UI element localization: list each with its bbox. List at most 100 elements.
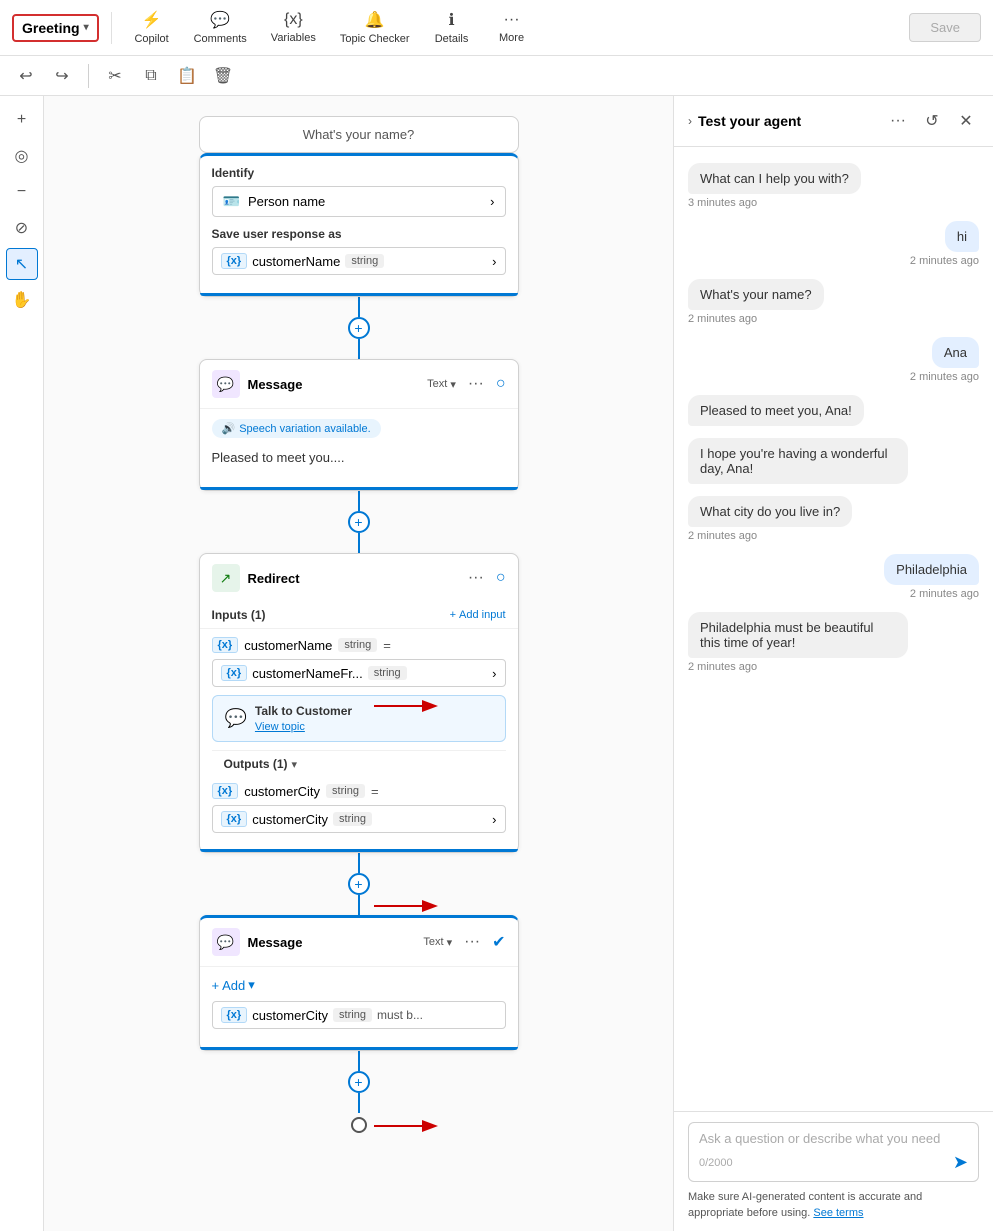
var-name: customerName bbox=[252, 254, 340, 269]
copilot-button[interactable]: ⚡ Copilot bbox=[124, 6, 180, 49]
toolbar2-sep bbox=[88, 64, 89, 88]
input-var-badge-2: {x} bbox=[221, 665, 248, 681]
question-node-body: Identify 🪪 Person name › Save user respo… bbox=[200, 156, 518, 285]
add-button-2[interactable]: + bbox=[348, 511, 370, 533]
paste-button[interactable]: 📋 bbox=[173, 62, 201, 90]
msg2-var-badge: {x} bbox=[221, 1007, 248, 1023]
message-node-1: 💬 Message Text ▾ ··· ○ 🔊 Speech variatio… bbox=[199, 359, 519, 491]
more-button[interactable]: ··· More bbox=[484, 7, 540, 48]
add-row: + Add ▾ bbox=[212, 977, 506, 993]
talk-title: Talk to Customer bbox=[255, 704, 352, 718]
redirect-menu[interactable]: ··· bbox=[464, 569, 488, 587]
identify-chevron: › bbox=[490, 194, 494, 209]
type-badge: string bbox=[345, 254, 384, 268]
zoom-in-icon[interactable]: + bbox=[6, 104, 38, 136]
toolbar-items: ⚡ Copilot 💬 Comments {x} Variables 🔔 Top… bbox=[124, 6, 540, 49]
chat-input-footer: 0/2000 ➤ bbox=[699, 1152, 968, 1173]
connector-4: + bbox=[348, 1051, 370, 1113]
panel-arrow: › bbox=[688, 114, 692, 128]
topic-checker-icon: 🔔 bbox=[365, 10, 385, 30]
variables-button[interactable]: {x} Variables bbox=[261, 7, 326, 48]
message-badge-2[interactable]: Text ▾ bbox=[423, 936, 452, 949]
delete-button[interactable]: 🗑 bbox=[209, 62, 237, 90]
details-icon: ℹ bbox=[449, 10, 455, 30]
target-icon[interactable]: ◎ bbox=[6, 140, 38, 172]
add-input-button[interactable]: + Add input bbox=[450, 609, 506, 621]
cursor-icon[interactable]: ↖ bbox=[6, 248, 38, 280]
cut-button[interactable]: ✂ bbox=[101, 62, 129, 90]
chat-bubble-left-6: Philadelphia must be beautiful this time… bbox=[688, 612, 908, 658]
comments-icon: 💬 bbox=[210, 10, 230, 30]
chat-group-7: What city do you live in? 2 minutes ago bbox=[688, 496, 979, 542]
add-button-4[interactable]: + bbox=[348, 1071, 370, 1093]
chat-bubble-right-2: Ana bbox=[932, 337, 979, 368]
redirect-title: Redirect bbox=[248, 571, 456, 586]
copilot-icon: ⚡ bbox=[142, 10, 162, 30]
outputs-header[interactable]: Outputs (1) ▾ bbox=[212, 750, 506, 777]
canvas: What's your name? Identify 🪪 Person name… bbox=[44, 96, 673, 1231]
input-var-row[interactable]: {x} customerNameFr... string › bbox=[212, 659, 506, 687]
question-card: What's your name? bbox=[199, 116, 519, 153]
save-var-row[interactable]: {x} customerName string › bbox=[212, 247, 506, 275]
msg2-var-row[interactable]: {x} customerCity string must b... bbox=[212, 1001, 506, 1029]
connector-line-2 bbox=[358, 339, 360, 359]
eq-sign-2: = bbox=[371, 784, 379, 799]
message-badge-1[interactable]: Text ▾ bbox=[427, 378, 456, 391]
ban-icon[interactable]: ⊘ bbox=[6, 212, 38, 244]
person-icon: 🪪 bbox=[223, 193, 240, 210]
chat-time-4: 2 minutes ago bbox=[910, 371, 979, 383]
input-var-name-2: customerNameFr... bbox=[252, 666, 363, 681]
message-menu-1[interactable]: ··· bbox=[464, 375, 488, 393]
add-button-3[interactable]: + bbox=[348, 873, 370, 895]
chat-group-9: Philadelphia must be beautiful this time… bbox=[688, 612, 979, 673]
topic-checker-button[interactable]: 🔔 Topic Checker bbox=[330, 6, 420, 49]
add-button[interactable]: + Add ▾ bbox=[212, 977, 255, 993]
undo-button[interactable]: ↩ bbox=[12, 62, 40, 90]
more-icon: ··· bbox=[504, 11, 520, 29]
see-terms-link[interactable]: See terms bbox=[813, 1207, 863, 1219]
chat-input-area: Ask a question or describe what you need… bbox=[674, 1111, 993, 1231]
add-button-1[interactable]: + bbox=[348, 317, 370, 339]
panel-refresh-button[interactable]: ↺ bbox=[919, 108, 945, 134]
view-topic-link[interactable]: View topic bbox=[255, 721, 305, 733]
chat-bubble-right-3: Philadelphia bbox=[884, 554, 979, 585]
chat-time-6: 2 minutes ago bbox=[910, 588, 979, 600]
greeting-button[interactable]: Greeting ▾ bbox=[12, 14, 99, 42]
var-row-left: {x} customerName string bbox=[221, 253, 385, 269]
comments-button[interactable]: 💬 Comments bbox=[184, 6, 257, 49]
output-type-badge: string bbox=[326, 784, 365, 798]
left-sidebar: + ◎ − ⊘ ↖ ✋ bbox=[0, 96, 44, 1231]
redo-button[interactable]: ↪ bbox=[48, 62, 76, 90]
panel-actions: ··· ↺ ✕ bbox=[885, 108, 979, 134]
blue-accent-3 bbox=[200, 849, 518, 852]
panel-close-button[interactable]: ✕ bbox=[953, 108, 979, 134]
redirect-check: ○ bbox=[496, 569, 506, 587]
inputs-header: Inputs (1) + Add input bbox=[200, 602, 518, 629]
send-button[interactable]: ➤ bbox=[953, 1152, 968, 1173]
chat-bubble-right-1: hi bbox=[945, 221, 979, 252]
msg2-var-row-left: {x} customerCity string must b... bbox=[221, 1007, 423, 1023]
zoom-out-icon[interactable]: − bbox=[6, 176, 38, 208]
msg2-var-name: customerCity bbox=[252, 1008, 328, 1023]
question-node: Identify 🪪 Person name › Save user respo… bbox=[199, 153, 519, 297]
blue-accent bbox=[200, 293, 518, 296]
message-node-2-header: 💬 Message Text ▾ ··· ✔ bbox=[200, 918, 518, 967]
message-menu-2[interactable]: ··· bbox=[460, 933, 484, 951]
save-button[interactable]: Save bbox=[909, 13, 981, 42]
output-var-row[interactable]: {x} customerCity string › bbox=[212, 805, 506, 833]
panel-menu-button[interactable]: ··· bbox=[885, 108, 911, 134]
badge-chevron-2: ▾ bbox=[447, 936, 453, 949]
copy-button[interactable]: ⧉ bbox=[137, 62, 165, 90]
chat-time-5: 2 minutes ago bbox=[688, 530, 979, 542]
main-area: + ◎ − ⊘ ↖ ✋ bbox=[0, 96, 993, 1231]
message-node-2: 💬 Message Text ▾ ··· ✔ + Add ▾ bbox=[199, 915, 519, 1051]
connector-line-6 bbox=[358, 895, 360, 915]
hand-icon[interactable]: ✋ bbox=[6, 284, 38, 316]
blue-accent-2 bbox=[200, 487, 518, 490]
connector-line bbox=[358, 297, 360, 317]
details-button[interactable]: ℹ Details bbox=[424, 6, 480, 49]
output-var-badge-2: {x} bbox=[221, 811, 248, 827]
connector-line-7 bbox=[358, 1051, 360, 1071]
identify-row[interactable]: 🪪 Person name › bbox=[212, 186, 506, 217]
redirect-node: ↗ Redirect ··· ○ Inputs (1) + Add input … bbox=[199, 553, 519, 853]
